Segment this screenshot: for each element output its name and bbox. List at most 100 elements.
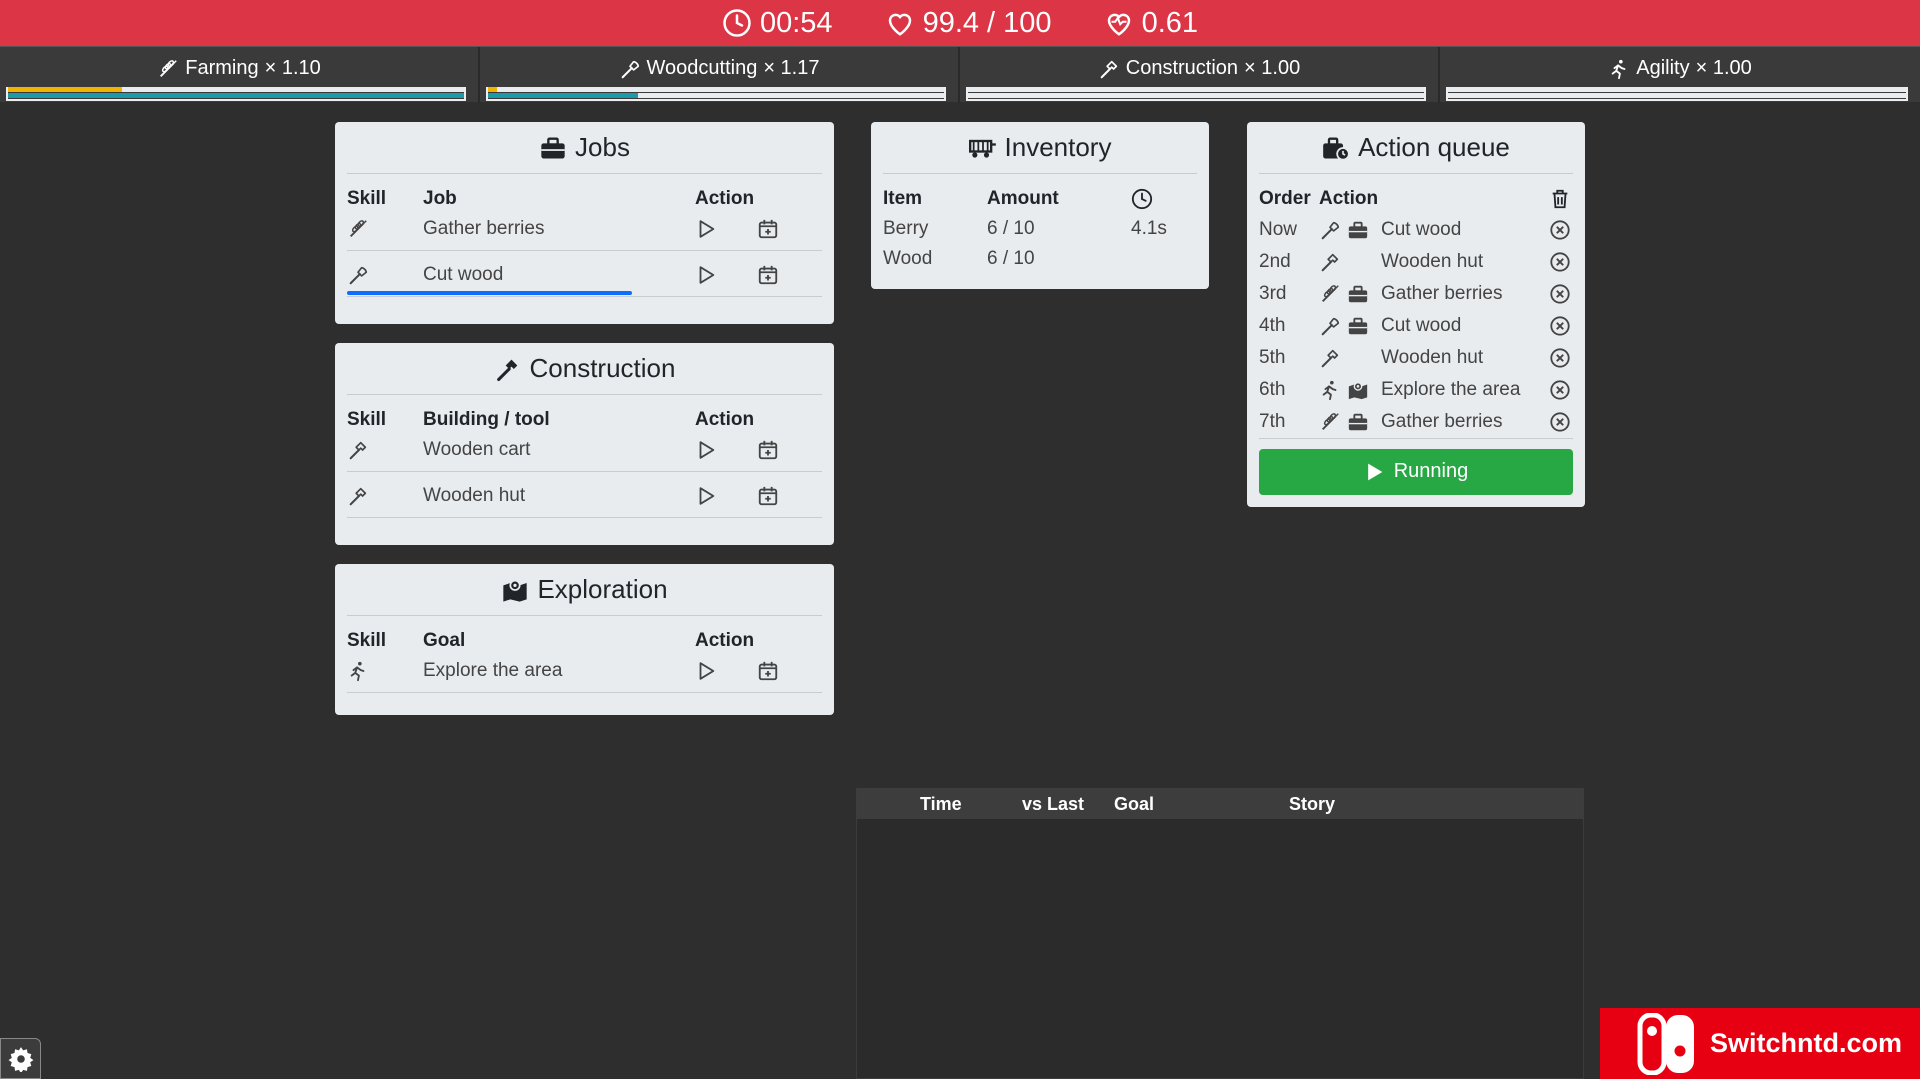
item-time [1131,244,1197,274]
queue-action: Explore the area [1381,379,1521,400]
add-to-queue-button[interactable] [757,485,779,507]
play-button[interactable] [695,218,717,240]
queue-row: 2nd Wooden hut [1259,246,1573,278]
hammer-icon [1319,347,1341,369]
status-bar: 00:54 99.4 / 100 0.61 [0,0,1920,46]
exploration-table: Skill Goal Action Explore the area [347,616,822,693]
inventory-table: Item Amount Berry 6 / 10 4.1s Wood 6 / 1… [883,174,1197,274]
item-name: Berry [883,218,929,239]
column-header: Job [423,188,457,209]
heart-icon [885,8,915,38]
running-icon [347,660,369,682]
queue-order: 3rd [1259,283,1287,304]
play-button[interactable] [695,660,717,682]
queue-order: 5th [1259,347,1286,368]
column-header: Time [920,793,962,814]
remove-button[interactable] [1549,379,1571,401]
add-to-queue-button[interactable] [757,439,779,461]
timer-value: 00:54 [759,6,833,39]
inventory-title: Inventory [883,122,1197,174]
farming-icon [1319,283,1341,305]
table-row: Wood 6 / 10 [883,244,1197,274]
skill-name: Construction [1125,57,1239,79]
table-row: Cut wood [347,260,822,290]
construction-title: Construction [347,343,822,395]
hammer-icon [494,355,522,383]
skill-xp-bar [1448,93,1906,98]
farming-icon [1319,411,1341,433]
queue-action: Cut wood [1381,219,1462,240]
skill-name: Farming [185,57,259,79]
health-rate-value: 0.61 [1141,6,1199,39]
skill-name: Agility [1636,57,1690,79]
remove-button[interactable] [1549,315,1571,337]
switch-logo-icon [1637,1012,1694,1075]
skill-xp-bar [968,93,1424,98]
add-to-queue-button[interactable] [757,264,779,286]
column-header: Amount [987,188,1059,209]
column-header: Action [695,630,755,651]
toolbox-icon [1347,219,1369,241]
queue-row: Now Cut wood [1259,214,1573,246]
play-button[interactable] [695,485,717,507]
queue-order: 4th [1259,315,1286,336]
hammer-icon [347,439,369,461]
clock-icon [722,8,752,38]
column-header: Order [1259,188,1311,209]
health-rate: 0.61 [1104,7,1198,40]
queue-order: 2nd [1259,251,1291,272]
column-header: Skill [347,409,387,430]
exploration-title: Exploration [347,564,822,616]
trash-icon[interactable] [1549,188,1571,210]
woodcutting-icon [1319,315,1341,337]
queue-action: Wooden hut [1381,347,1484,368]
queue-action: Cut wood [1381,315,1462,336]
skills-bar: Farming × 1.10 Woodcutting × 1.17 Constr… [0,46,1920,103]
farming-icon [157,58,179,80]
item-amount: 6 / 10 [987,248,1035,269]
column-header: Goal [423,630,466,651]
play-icon [1364,462,1384,482]
skill-construction: Construction × 1.00 [960,47,1440,103]
settings-button[interactable] [0,1038,41,1079]
health-value: 99.4 / 100 [922,6,1052,39]
queue-action: Gather berries [1381,410,1503,432]
construction-card: Construction Skill Building / tool Action … [335,343,834,545]
remove-button[interactable] [1549,283,1571,305]
job-progress-bar [347,290,822,295]
story-header: Time vs Last Goal Story [857,789,1583,819]
woodcutting-icon [347,264,369,286]
queue-row: 7th Gather berries [1259,406,1573,438]
table-row: Berry 6 / 10 4.1s [883,214,1197,244]
skill-multiplier: × 1.00 [1695,57,1752,79]
column-header: Item [883,188,923,209]
toolbox-icon [1347,283,1369,305]
job-name: Gather berries [423,218,545,239]
column-header: Building / tool [423,409,550,430]
remove-button[interactable] [1549,347,1571,369]
watermark-text: Switchntd.com [1710,1028,1903,1058]
skill-name: Woodcutting [646,57,758,79]
play-button[interactable] [695,264,717,286]
running-button[interactable]: Running [1259,448,1573,495]
woodcutting-icon [1319,219,1341,241]
inventory-card: Inventory Item Amount Berry 6 / 10 4.1s … [871,122,1209,289]
table-row: Explore the area [347,656,822,686]
goal-name: Explore the area [423,660,563,681]
column-header: Action [695,409,755,430]
remove-button[interactable] [1549,251,1571,273]
remove-button[interactable] [1549,411,1571,433]
toolbox-icon [1347,315,1369,337]
play-button[interactable] [695,439,717,461]
toolbox-icon [539,134,567,162]
remove-button[interactable] [1549,219,1571,241]
add-to-queue-button[interactable] [757,660,779,682]
hammer-icon [347,485,369,507]
queue-row: 3rd Gather berries [1259,278,1573,310]
item-name: Wood [883,248,933,269]
queue-action: Gather berries [1381,283,1503,304]
watermark: Switchntd.com [1600,1008,1920,1079]
add-to-queue-button[interactable] [757,218,779,240]
skill-xp-bar [488,93,944,98]
skill-woodcutting: Woodcutting × 1.17 [480,47,960,103]
